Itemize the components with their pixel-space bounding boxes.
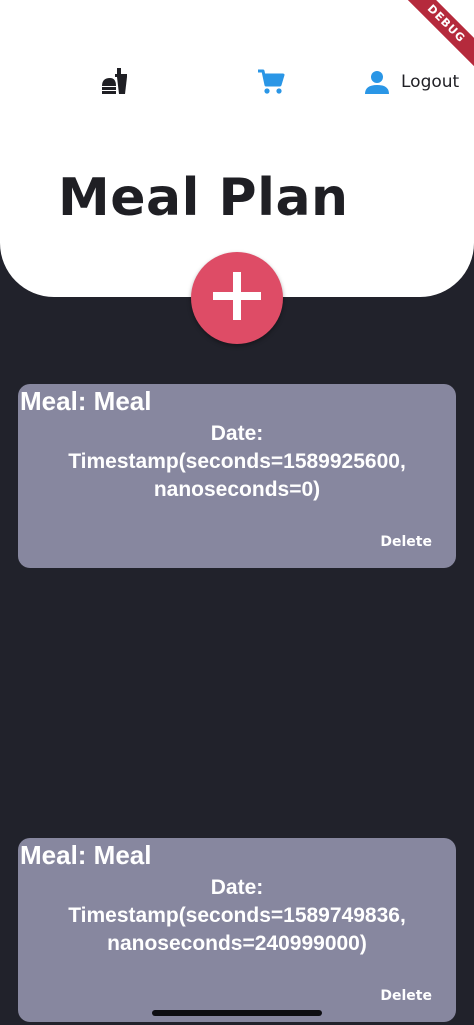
date-label: Date: bbox=[210, 422, 264, 445]
meal-plan-screen: Logout Meal Plan DEBUG Meal: Meal Date: … bbox=[0, 0, 474, 1025]
person-icon bbox=[364, 69, 390, 95]
meal-date: Date: Timestamp(seconds=1589749836, nano… bbox=[18, 874, 456, 958]
delete-button[interactable]: Delete bbox=[380, 534, 432, 550]
logout-label: Logout bbox=[401, 72, 460, 92]
meal-name: Meal: Meal bbox=[20, 386, 152, 416]
date-timestamp: Timestamp(seconds=1589749836, bbox=[68, 904, 406, 927]
meal-date: Date: Timestamp(seconds=1589925600, nano… bbox=[18, 420, 456, 504]
date-nanoseconds: nanoseconds=240999000) bbox=[107, 932, 367, 955]
meal-card: Meal: Meal Date: Timestamp(seconds=15897… bbox=[18, 838, 456, 1022]
date-nanoseconds: nanoseconds=0) bbox=[153, 478, 321, 501]
date-label: Date: bbox=[210, 876, 264, 899]
add-meal-button[interactable] bbox=[191, 252, 283, 344]
plus-icon bbox=[211, 270, 263, 327]
shopping-cart-icon[interactable] bbox=[256, 67, 286, 97]
dinner-dining-icon[interactable] bbox=[100, 66, 130, 98]
delete-button[interactable]: Delete bbox=[380, 988, 432, 1004]
meal-name: Meal: Meal bbox=[20, 840, 152, 870]
date-timestamp: Timestamp(seconds=1589925600, bbox=[68, 450, 406, 473]
logout-button[interactable]: Logout bbox=[364, 68, 459, 96]
meal-card: Meal: Meal Date: Timestamp(seconds=15899… bbox=[18, 384, 456, 568]
page-title: Meal Plan bbox=[58, 168, 349, 228]
home-indicator[interactable] bbox=[152, 1010, 322, 1016]
